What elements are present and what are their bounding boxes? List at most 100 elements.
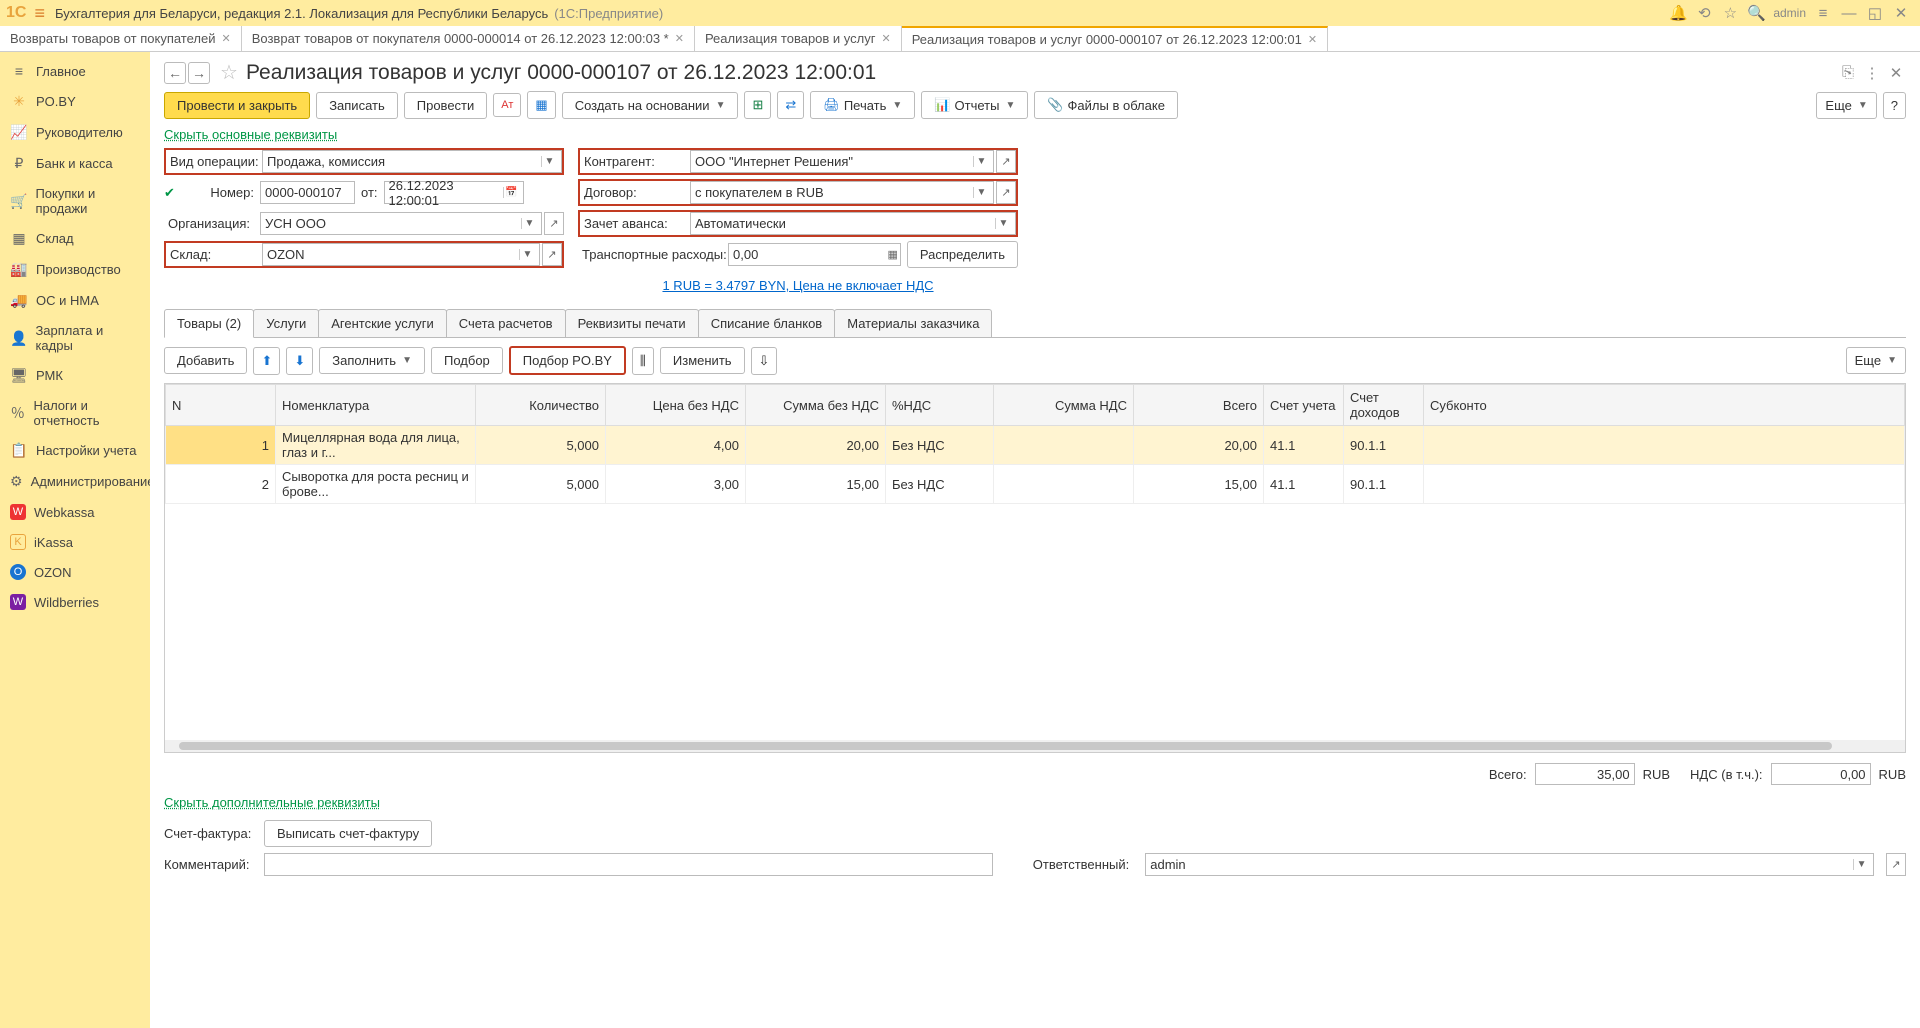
tab-services[interactable]: Услуги — [253, 309, 319, 337]
sidebar-item-poby[interactable]: ✳PO.BY — [0, 86, 150, 117]
change-button[interactable]: Изменить — [660, 347, 745, 374]
scrollbar[interactable] — [165, 740, 1905, 752]
cloud-files-button[interactable]: 📎 Файлы в облаке — [1034, 91, 1178, 119]
print-button[interactable]: 🖨 Печать▼ — [810, 91, 915, 119]
fill-button[interactable]: Заполнить▼ — [319, 347, 425, 374]
calculator-icon[interactable]: ▦ — [887, 248, 897, 261]
sidebar-item-assets[interactable]: 🚚ОС и НМА — [0, 285, 150, 316]
tab-sales-list[interactable]: Реализация товаров и услуг✕ — [695, 26, 902, 51]
upload-button[interactable]: ⇄ — [777, 91, 804, 119]
tab-customer-materials[interactable]: Материалы заказчика — [834, 309, 992, 337]
open-button[interactable]: ↗ — [996, 181, 1016, 204]
responsible-field[interactable]: admin▼ — [1145, 853, 1874, 876]
tab-goods[interactable]: Товары (2) — [164, 309, 254, 338]
bell-icon[interactable]: 🔔 — [1666, 2, 1690, 24]
open-button[interactable]: ↗ — [1886, 853, 1906, 876]
export-button[interactable]: ⇩ — [751, 347, 778, 375]
col-vatsum[interactable]: Сумма НДС — [994, 385, 1134, 426]
move-up-button[interactable]: ⬆ — [253, 347, 280, 375]
table-row[interactable]: 2 Сыворотка для роста ресниц и брове... … — [166, 465, 1905, 504]
create-invoice-button[interactable]: Выписать счет-фактуру — [264, 820, 432, 847]
col-vat[interactable]: %НДС — [886, 385, 994, 426]
sidebar-item-salary[interactable]: 👤Зарплата и кадры — [0, 316, 150, 360]
contract-field[interactable]: с покупателем в RUB▼ — [690, 181, 994, 204]
number-field[interactable]: 0000-000107 — [260, 181, 355, 204]
move-down-button[interactable]: ⬇ — [286, 347, 313, 375]
calendar-icon[interactable]: 📅 — [503, 187, 518, 198]
col-n[interactable]: N — [166, 385, 276, 426]
sidebar-item-ikassa[interactable]: KiKassa — [0, 527, 150, 557]
open-button[interactable]: ↗ — [542, 243, 562, 266]
chevron-down-icon[interactable]: ▼ — [973, 156, 989, 167]
open-button[interactable]: ↗ — [544, 212, 564, 235]
col-income[interactable]: Счет доходов — [1344, 385, 1424, 426]
sidebar-item-bank[interactable]: ₽Банк и касса — [0, 148, 150, 179]
favorite-icon[interactable]: ☆ — [220, 60, 238, 85]
search-icon[interactable]: 🔍 — [1744, 2, 1768, 24]
sidebar-item-rmk[interactable]: 🖥РМК — [0, 360, 150, 391]
maximize-icon[interactable]: ◱ — [1863, 2, 1887, 24]
tab-agent-services[interactable]: Агентские услуги — [318, 309, 447, 337]
advance-field[interactable]: Автоматически▼ — [690, 212, 1016, 235]
pick-button[interactable]: Подбор — [431, 347, 503, 374]
close-icon[interactable]: ✕ — [1308, 33, 1317, 46]
help-button[interactable]: ? — [1883, 92, 1906, 119]
sidebar-item-taxes[interactable]: ％Налоги и отчетность — [0, 391, 150, 435]
col-account[interactable]: Счет учета — [1264, 385, 1344, 426]
org-field[interactable]: УСН ООО▼ — [260, 212, 542, 235]
date-field[interactable]: 26.12.2023 12:00:01📅 — [384, 181, 524, 204]
table-more-button[interactable]: Еще▼ — [1846, 347, 1906, 374]
history-icon[interactable]: ⟲ — [1692, 2, 1716, 24]
add-row-button[interactable]: Добавить — [164, 347, 247, 374]
pick-poby-button[interactable]: Подбор PO.BY — [509, 346, 626, 375]
post-and-close-button[interactable]: Провести и закрыть — [164, 92, 310, 119]
hide-main-reqs-link[interactable]: Скрыть основные реквизиты — [150, 127, 1920, 148]
chevron-down-icon[interactable]: ▼ — [521, 218, 537, 229]
sidebar-item-trade[interactable]: 🛒Покупки и продажи — [0, 179, 150, 223]
sidebar-item-settings[interactable]: 📋Настройки учета — [0, 435, 150, 466]
warehouse-field[interactable]: OZON▼ — [262, 243, 540, 266]
close-icon[interactable]: ✕ — [881, 32, 890, 45]
col-total[interactable]: Всего — [1134, 385, 1264, 426]
table-row[interactable]: 1 Мицеллярная вода для лица, глаз и г...… — [166, 426, 1905, 465]
create-based-button[interactable]: Создать на основании▼ — [562, 92, 739, 119]
sidebar-item-main[interactable]: ≡Главное — [0, 56, 150, 86]
tab-blanks[interactable]: Списание бланков — [698, 309, 836, 337]
col-price[interactable]: Цена без НДС — [606, 385, 746, 426]
op-type-field[interactable]: Продажа, комиссия▼ — [262, 150, 562, 173]
star-icon[interactable]: ☆ — [1718, 2, 1742, 24]
sidebar-item-production[interactable]: 🏭Производство — [0, 254, 150, 285]
forward-button[interactable]: → — [188, 62, 210, 84]
transport-field[interactable]: 0,00▦ — [728, 243, 901, 266]
structure-button[interactable]: ▦ — [527, 91, 555, 119]
menu-icon[interactable]: ≡ — [34, 3, 45, 24]
back-button[interactable]: ← — [164, 62, 186, 84]
settings-icon[interactable]: ≡ — [1811, 2, 1835, 24]
hide-extra-reqs-link[interactable]: Скрыть дополнительные реквизиты — [164, 795, 1906, 814]
sidebar-item-manager[interactable]: 📈Руководителю — [0, 117, 150, 148]
sidebar-item-wildberries[interactable]: WWildberries — [0, 587, 150, 617]
more-button[interactable]: Еще▼ — [1816, 92, 1876, 119]
write-button[interactable]: Записать — [316, 92, 398, 119]
comment-field[interactable] — [264, 853, 993, 876]
excel-button[interactable]: ⊞ — [744, 91, 771, 119]
tab-returns-list[interactable]: Возвраты товаров от покупателей✕ — [0, 26, 242, 51]
currency-rate-link[interactable]: 1 RUB = 3.4797 BYN, Цена не включает НДС — [578, 272, 1018, 299]
col-sum[interactable]: Сумма без НДС — [746, 385, 886, 426]
post-button[interactable]: Провести — [404, 92, 488, 119]
chevron-down-icon[interactable]: ▼ — [973, 187, 989, 198]
distribute-button[interactable]: Распределить — [907, 241, 1018, 268]
more-icon[interactable]: ⋮ — [1862, 63, 1882, 83]
tab-sales-doc[interactable]: Реализация товаров и услуг 0000-000107 о… — [902, 26, 1328, 51]
close-icon[interactable]: ✕ — [1886, 63, 1906, 83]
counterparty-field[interactable]: ООО "Интернет Решения"▼ — [690, 150, 994, 173]
chevron-down-icon[interactable]: ▼ — [1853, 859, 1869, 870]
close-window-icon[interactable]: ✕ — [1889, 2, 1913, 24]
chevron-down-icon[interactable]: ▼ — [995, 218, 1011, 229]
tab-accounts[interactable]: Счета расчетов — [446, 309, 566, 337]
movements-button[interactable]: Ат — [493, 93, 521, 117]
chevron-down-icon[interactable]: ▼ — [541, 156, 557, 167]
open-link-icon[interactable]: ⎘ — [1838, 63, 1858, 83]
tab-print-props[interactable]: Реквизиты печати — [565, 309, 699, 337]
close-icon[interactable]: ✕ — [222, 32, 231, 45]
